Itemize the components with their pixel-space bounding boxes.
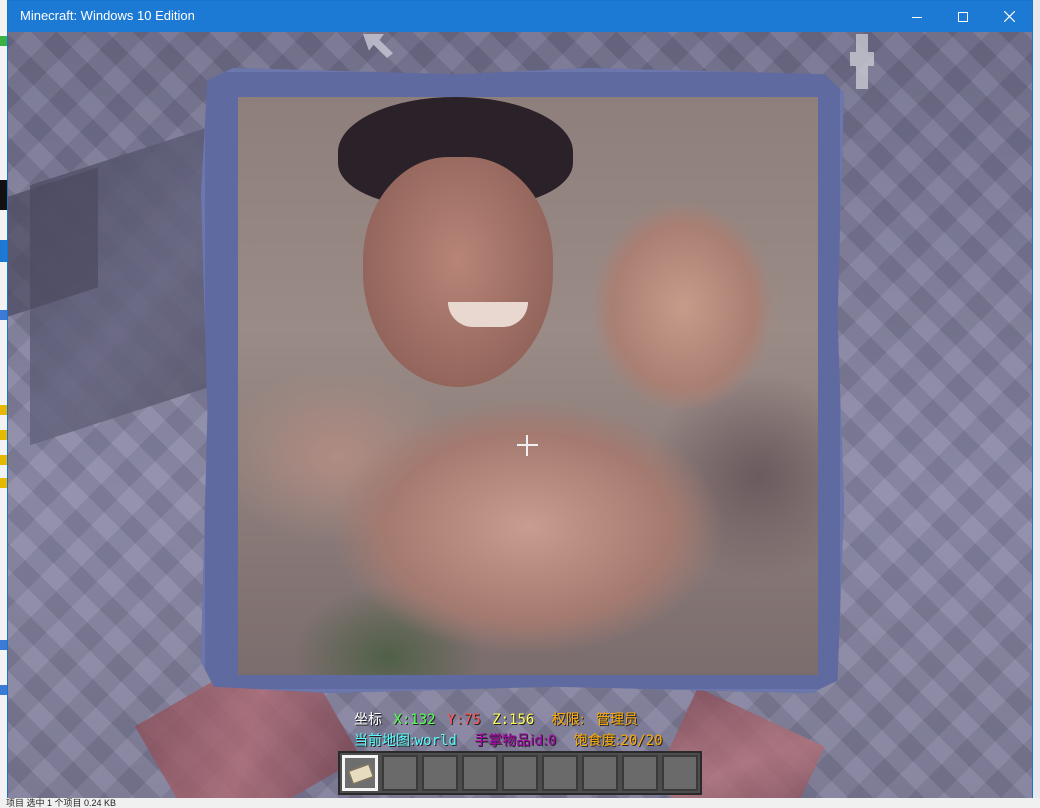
hotbar-slot-2[interactable] [382,755,418,791]
map-value: world [414,733,457,749]
map-item-icon [348,763,374,785]
folder-icon [0,455,7,465]
map-label: 当前地图: [354,733,415,749]
title-bar[interactable]: Minecraft: Windows 10 Edition [8,1,1032,32]
fence-post [850,34,874,89]
x-label: X: [393,712,411,728]
arrow-entity [363,34,393,58]
toolbar-fragment [0,180,7,210]
map-image-face [363,157,553,387]
folder-icon [0,430,7,440]
map-image-smile [448,302,528,327]
z-label: Z: [492,712,510,728]
z-value: 156 [509,712,535,728]
hotbar-slot-8[interactable] [622,755,658,791]
close-button[interactable] [986,1,1032,32]
folder-icon [0,36,7,46]
drive-icon [0,640,7,650]
selected-item-fragment [0,240,7,262]
hotbar-slot-7[interactable] [582,755,618,791]
coords-label: 坐标 [354,712,382,728]
hotbar [338,751,702,795]
window-title: Minecraft: Windows 10 Edition [20,8,195,23]
minecraft-window: Minecraft: Windows 10 Edition 坐标 X:132 Y… [7,0,1033,798]
hotbar-slot-1[interactable] [342,755,378,791]
y-label: Y: [447,712,464,728]
maximize-button[interactable] [940,1,986,32]
hud-line-status: 当前地图:world 手掌物品id:0 饱食度:20/20 [354,733,666,749]
folder-icon [0,405,7,415]
close-icon [1003,11,1015,22]
saturation-label: 饱食度: [573,733,621,749]
hotbar-slot-5[interactable] [502,755,538,791]
permission-label: 权限: [551,712,585,728]
hotbar-slot-6[interactable] [542,755,578,791]
permission-value: 管理员 [595,712,638,728]
hotbar-slot-4[interactable] [462,755,498,791]
held-item-value: 0 [547,733,557,749]
maximize-icon [958,11,968,22]
map-image [238,97,818,675]
hotbar-slot-9[interactable] [662,755,698,791]
drive-icon [0,685,7,695]
minimize-icon [912,16,922,18]
hud-line-coordinates: 坐标 X:132 Y:75 Z:156 权限: 管理员 [354,712,641,728]
folder-icon [0,478,7,488]
hotbar-slot-3[interactable] [422,755,458,791]
x-value: 132 [410,712,436,728]
minimize-button[interactable] [894,1,940,32]
explorer-status-bar: 项目 选中 1 个项目 0.24 KB [0,798,1040,808]
held-item-label: 手掌物品id: [474,733,548,749]
crosshair-icon [517,435,538,456]
y-value: 75 [463,712,481,728]
saturation-value: 20/20 [620,733,663,749]
drive-icon [0,310,7,320]
game-viewport[interactable]: 坐标 X:132 Y:75 Z:156 权限: 管理员 当前地图:world 手… [8,32,1032,798]
